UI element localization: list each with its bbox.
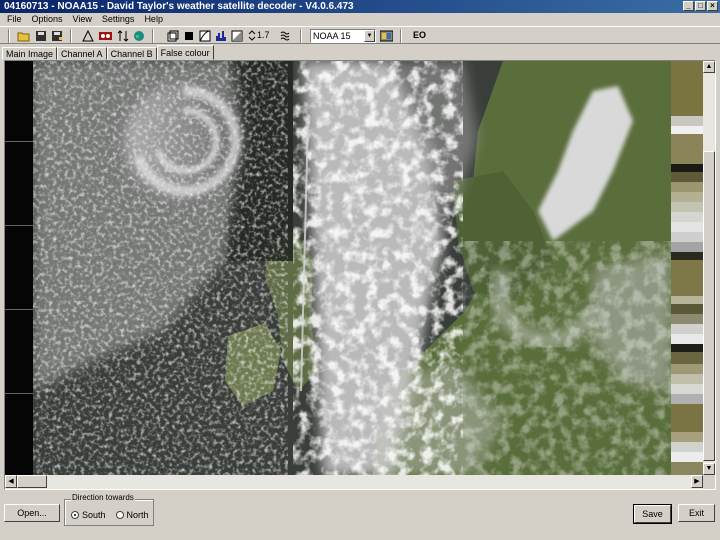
swap-icon[interactable] (116, 29, 129, 42)
channel-icon[interactable] (166, 29, 179, 42)
gamma-value: 1.7 (257, 30, 270, 40)
window-controls: _ □ × (683, 1, 718, 11)
sync-mark (5, 141, 33, 142)
scroll-down-icon[interactable]: ▼ (703, 463, 715, 475)
direction-group: Direction towards South North (64, 493, 154, 526)
exit-button[interactable]: Exit (678, 504, 715, 522)
direction-south-radio[interactable]: South (71, 510, 106, 520)
tab-channel-a[interactable]: Channel A (57, 47, 107, 60)
scroll-right-icon[interactable]: ▶ (691, 475, 703, 488)
direction-options: South North (71, 510, 149, 520)
sync-mark (5, 309, 33, 310)
scroll-up-icon[interactable]: ▲ (703, 61, 715, 73)
satellite-select[interactable]: NOAA 15 ▼ (310, 29, 376, 43)
black-square-icon[interactable] (182, 29, 195, 42)
direction-legend: Direction towards (71, 493, 135, 502)
palette-icon[interactable] (380, 29, 393, 42)
sync-mark (5, 393, 33, 394)
window-title: 04160713 - NOAA15 - David Taylor's weath… (4, 1, 354, 12)
horizontal-scrollbar[interactable]: ◀ ▶ (5, 475, 703, 489)
enhance-icon[interactable] (198, 29, 211, 42)
save-icon[interactable] (34, 29, 47, 42)
satellite-image[interactable] (33, 61, 671, 475)
calibrate-icon[interactable] (81, 29, 94, 42)
telemetry-strip (671, 61, 703, 475)
direction-south-label: South (82, 510, 106, 520)
tab-main-image[interactable]: Main Image (2, 47, 58, 60)
toolbar-separator (400, 29, 402, 43)
globe-icon[interactable] (132, 29, 145, 42)
contrast-icon[interactable] (230, 29, 243, 42)
menu-file[interactable]: File (2, 13, 27, 26)
tab-channel-b[interactable]: Channel B (106, 47, 157, 60)
menu-view[interactable]: View (68, 13, 97, 26)
menu-help[interactable]: Help (139, 13, 168, 26)
direction-north-radio[interactable]: North (115, 510, 149, 520)
tab-strip: Main Image Channel A Channel B False col… (2, 45, 214, 60)
radio-selected-icon[interactable] (71, 511, 79, 519)
app-window: 04160713 - NOAA15 - David Taylor's weath… (0, 0, 720, 540)
vertical-scrollbar[interactable]: ▲ ▼ (703, 61, 715, 475)
histogram-icon[interactable] (214, 29, 227, 42)
close-button[interactable]: × (707, 1, 718, 11)
title-bar: 04160713 - NOAA15 - David Taylor's weath… (0, 0, 720, 13)
maximize-button[interactable]: □ (695, 1, 706, 11)
satellite-select-value: NOAA 15 (313, 31, 351, 41)
tape-icon[interactable] (99, 29, 112, 42)
menu-bar: File Options View Settings Help (0, 13, 720, 26)
direction-north-label: North (126, 510, 149, 520)
image-viewport: ▲ ▼ ◀ ▶ (4, 60, 716, 490)
scrollbar-corner (703, 475, 715, 489)
toolbar-separator (70, 29, 72, 43)
sync-mark (5, 225, 33, 226)
sync-strip (5, 61, 33, 475)
toolbar-separator (300, 29, 302, 43)
radio-unselected-icon[interactable] (115, 511, 124, 519)
toolbar-separator (8, 29, 10, 43)
toolbar: 1.7 NOAA 15 ▼ EO (0, 26, 720, 44)
scroll-left-icon[interactable]: ◀ (5, 475, 17, 488)
tab-false-colour[interactable]: False colour (156, 45, 214, 60)
horizontal-scroll-thumb[interactable] (17, 475, 47, 488)
chevron-down-icon[interactable]: ▼ (364, 30, 375, 42)
minimize-button[interactable]: _ (683, 1, 694, 11)
save-as-icon[interactable] (50, 29, 63, 42)
menu-options[interactable]: Options (27, 13, 68, 26)
vertical-scroll-thumb[interactable] (703, 151, 715, 461)
open-button[interactable]: Open... (4, 504, 60, 522)
menu-settings[interactable]: Settings (97, 13, 140, 26)
save-button[interactable]: Save (633, 504, 672, 524)
toolbar-separator (152, 29, 154, 43)
open-folder-icon[interactable] (17, 29, 30, 42)
noise-icon[interactable] (279, 29, 292, 42)
eo-button[interactable]: EO (413, 30, 426, 40)
